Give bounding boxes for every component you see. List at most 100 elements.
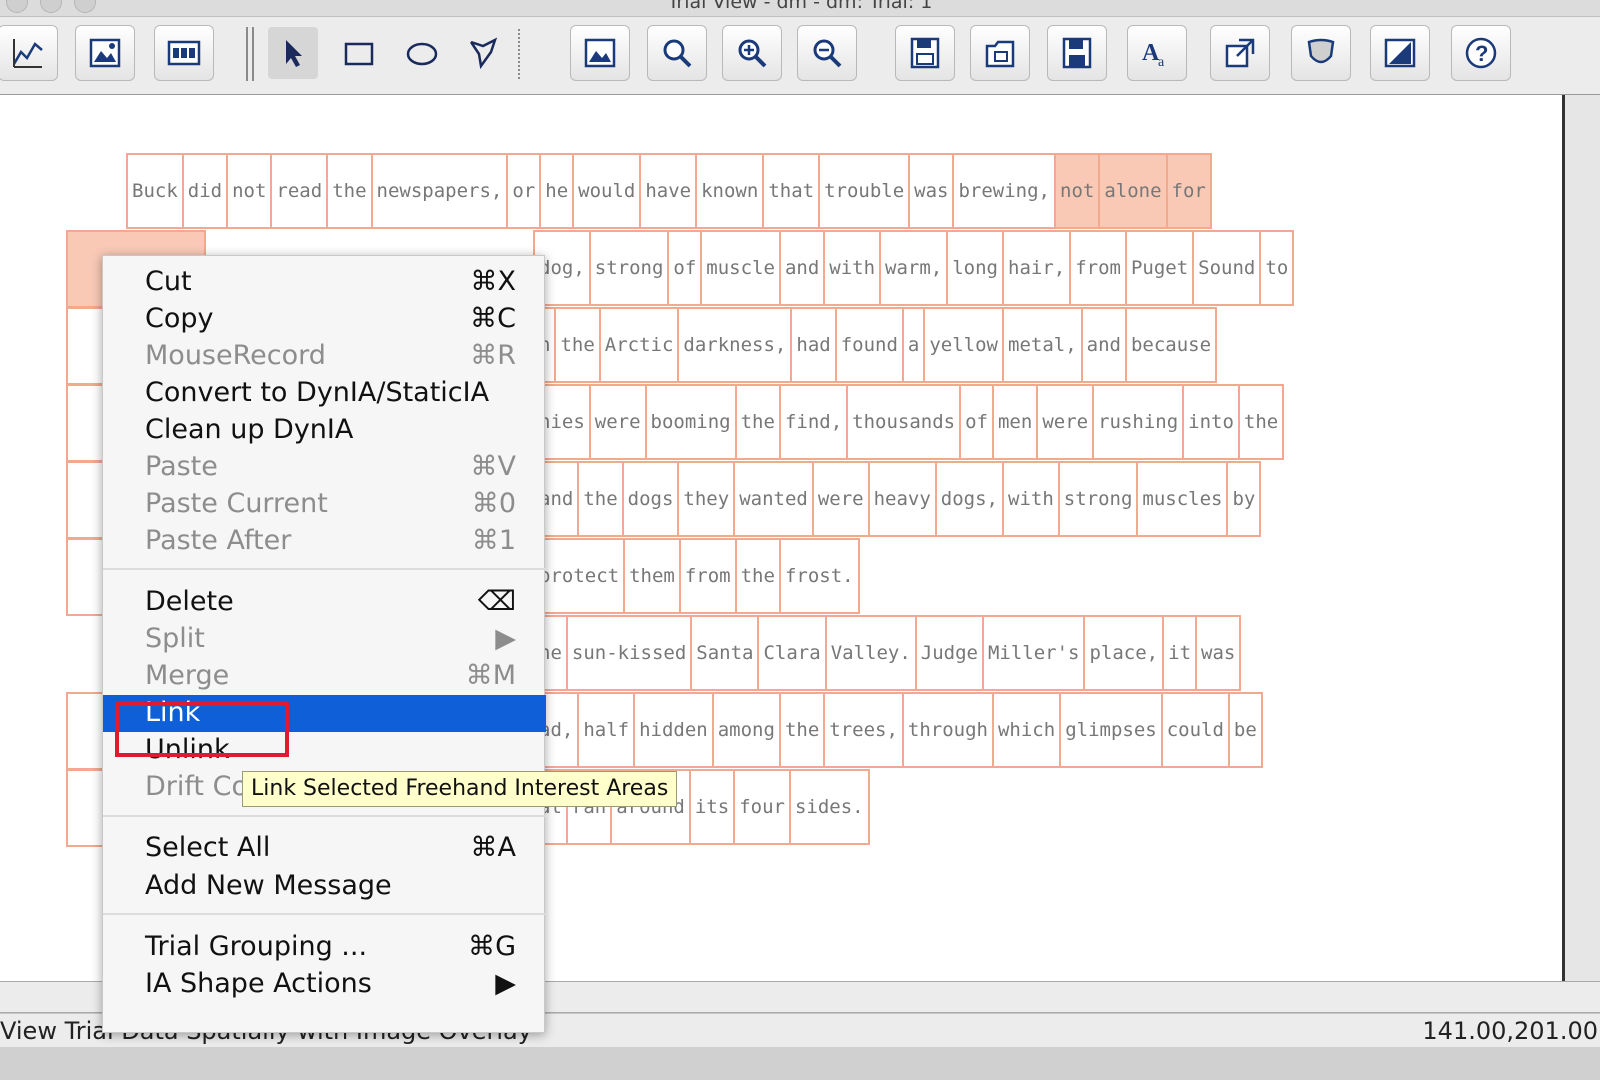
interest-area-word[interactable]: the bbox=[326, 153, 373, 229]
export-button[interactable] bbox=[1210, 25, 1270, 81]
interest-area-word[interactable]: to bbox=[1259, 230, 1295, 306]
interest-area-word[interactable]: of bbox=[667, 230, 703, 306]
interest-area-word[interactable]: Valley. bbox=[824, 615, 917, 691]
interest-area-word[interactable]: did bbox=[181, 153, 229, 229]
interest-area-word[interactable]: it bbox=[1162, 615, 1198, 691]
edit-image-button[interactable] bbox=[1370, 25, 1430, 81]
save-ia-button[interactable] bbox=[895, 25, 955, 81]
interest-area-stub[interactable] bbox=[66, 769, 106, 847]
interest-area-word[interactable]: for bbox=[1165, 153, 1212, 229]
animation-view-button[interactable] bbox=[154, 25, 214, 81]
interest-area-word[interactable]: long bbox=[946, 230, 1004, 306]
interest-area-word[interactable]: Judge bbox=[914, 615, 984, 691]
interest-area-word[interactable]: because bbox=[1124, 307, 1218, 383]
load-ia-button[interactable] bbox=[970, 25, 1030, 81]
interest-area-word[interactable]: glimpses bbox=[1059, 692, 1163, 768]
interest-area-word[interactable]: was bbox=[908, 153, 955, 229]
interest-area-word[interactable]: Miller's bbox=[981, 615, 1086, 691]
image-view-button[interactable] bbox=[75, 25, 135, 81]
interest-area-word[interactable]: into bbox=[1182, 384, 1240, 460]
interest-area-word[interactable]: they bbox=[677, 461, 736, 537]
interest-area-word[interactable]: or bbox=[506, 153, 542, 229]
interest-area-word[interactable]: and bbox=[1080, 307, 1127, 383]
menu-item-select-all[interactable]: Select All ⌘A bbox=[103, 830, 546, 867]
interest-area-word[interactable]: hidden bbox=[633, 692, 714, 768]
interest-area-word[interactable]: trees, bbox=[823, 692, 904, 768]
menu-item-copy[interactable]: Copy ⌘C bbox=[103, 301, 546, 338]
interest-area-word[interactable]: its bbox=[688, 769, 736, 845]
interest-area-word[interactable]: metal, bbox=[1002, 307, 1083, 383]
interest-area-word[interactable]: of bbox=[959, 384, 994, 460]
freehand-tool-button[interactable] bbox=[459, 27, 509, 79]
interest-area-word[interactable]: that bbox=[762, 153, 821, 229]
interest-area-word[interactable]: muscles bbox=[1136, 461, 1229, 537]
interest-area-word[interactable]: through bbox=[901, 692, 994, 768]
interest-area-word[interactable]: have bbox=[639, 153, 698, 229]
interest-area-word[interactable]: yellow bbox=[923, 307, 1004, 383]
interest-area-word[interactable]: were bbox=[1036, 384, 1095, 460]
interest-area-word[interactable]: strong bbox=[1057, 461, 1139, 537]
interest-area-word[interactable]: from bbox=[1069, 230, 1127, 306]
select-tool-button[interactable] bbox=[268, 27, 318, 79]
interest-area-stub[interactable] bbox=[66, 384, 106, 462]
interest-area-word[interactable]: he bbox=[539, 153, 575, 229]
interest-area-word[interactable]: were bbox=[811, 461, 870, 537]
interest-area-word[interactable]: with bbox=[1002, 461, 1060, 537]
interest-area-word[interactable]: rushing bbox=[1092, 384, 1185, 460]
interest-area-word[interactable]: would bbox=[572, 153, 642, 229]
interest-area-word[interactable]: half bbox=[577, 692, 636, 768]
interest-area-word[interactable]: were bbox=[588, 384, 647, 460]
rectangle-tool-button[interactable] bbox=[334, 27, 384, 79]
interest-area-word[interactable]: four bbox=[733, 769, 791, 845]
interest-area-word[interactable]: Arctic bbox=[598, 307, 680, 383]
menu-item-add-new-message[interactable]: Add New Message bbox=[103, 868, 546, 905]
interest-area-word[interactable]: Santa bbox=[690, 615, 760, 691]
interest-area-word[interactable]: the bbox=[1237, 384, 1285, 460]
image-overlay-button[interactable] bbox=[570, 25, 630, 81]
interest-area-word[interactable]: hair, bbox=[1002, 230, 1072, 306]
interest-area-word[interactable]: thousands bbox=[846, 384, 962, 460]
interest-area-word[interactable]: with bbox=[823, 230, 882, 306]
interest-area-word[interactable]: brewing, bbox=[952, 153, 1056, 229]
interest-area-word[interactable]: find, bbox=[778, 384, 849, 460]
menu-item-ia-shape-actions[interactable]: IA Shape Actions ▶ bbox=[103, 966, 546, 1003]
interest-area-word[interactable]: dogs, bbox=[934, 461, 1004, 537]
interest-area-word[interactable]: read bbox=[270, 153, 329, 229]
interest-area-word[interactable]: wanted bbox=[733, 461, 814, 537]
interest-area-word[interactable]: muscle bbox=[700, 230, 781, 306]
interest-area-word[interactable]: a bbox=[901, 307, 926, 383]
zoom-out-button[interactable] bbox=[797, 25, 857, 81]
interest-area-word[interactable]: trouble bbox=[818, 153, 911, 229]
interest-area-word[interactable]: Puget bbox=[1124, 230, 1195, 306]
interest-area-word[interactable]: sun-kissed bbox=[565, 615, 693, 691]
menu-item-clean-up-dynia[interactable]: Clean up DynIA bbox=[103, 412, 546, 449]
interest-area-word[interactable]: sides. bbox=[788, 769, 870, 845]
line-chart-button[interactable] bbox=[0, 25, 58, 81]
interest-area-stub[interactable] bbox=[66, 307, 106, 385]
interest-area-word[interactable]: newspapers, bbox=[370, 153, 509, 229]
interest-area-word[interactable]: by bbox=[1226, 461, 1262, 537]
interest-area-stub[interactable] bbox=[66, 461, 106, 539]
interest-area-word[interactable]: dogs bbox=[621, 461, 680, 537]
interest-area-word[interactable]: men bbox=[991, 384, 1039, 460]
menu-item-trial-grouping[interactable]: Trial Grouping ... ⌘G bbox=[103, 929, 546, 966]
interest-area-word[interactable]: Sound bbox=[1192, 230, 1262, 306]
save-button[interactable] bbox=[1047, 25, 1107, 81]
interest-area-word[interactable]: Clara bbox=[757, 615, 827, 691]
interest-area-word[interactable]: was bbox=[1195, 615, 1242, 691]
interest-area-word[interactable]: heavy bbox=[867, 461, 937, 537]
interest-area-word[interactable]: darkness, bbox=[677, 307, 793, 383]
interest-area-word[interactable]: not bbox=[226, 153, 273, 229]
interest-area-word[interactable]: be bbox=[1227, 692, 1263, 768]
menu-item-delete[interactable]: Delete ⌫ bbox=[103, 584, 546, 621]
help-button[interactable]: ? bbox=[1451, 25, 1511, 81]
interest-area-word[interactable]: Buck bbox=[126, 153, 184, 229]
interest-area-word[interactable]: the bbox=[577, 461, 624, 537]
interest-area-word[interactable]: booming bbox=[644, 384, 737, 460]
interest-area-word[interactable]: the bbox=[554, 307, 601, 383]
zoom-in-button[interactable] bbox=[722, 25, 782, 81]
interest-area-word[interactable]: the bbox=[734, 384, 781, 460]
menu-item-convert-to-dynia-staticia[interactable]: Convert to DynIA/StaticIA bbox=[103, 375, 546, 412]
interest-area-word[interactable]: alone bbox=[1098, 153, 1168, 229]
magnifier-button[interactable] bbox=[647, 25, 707, 81]
